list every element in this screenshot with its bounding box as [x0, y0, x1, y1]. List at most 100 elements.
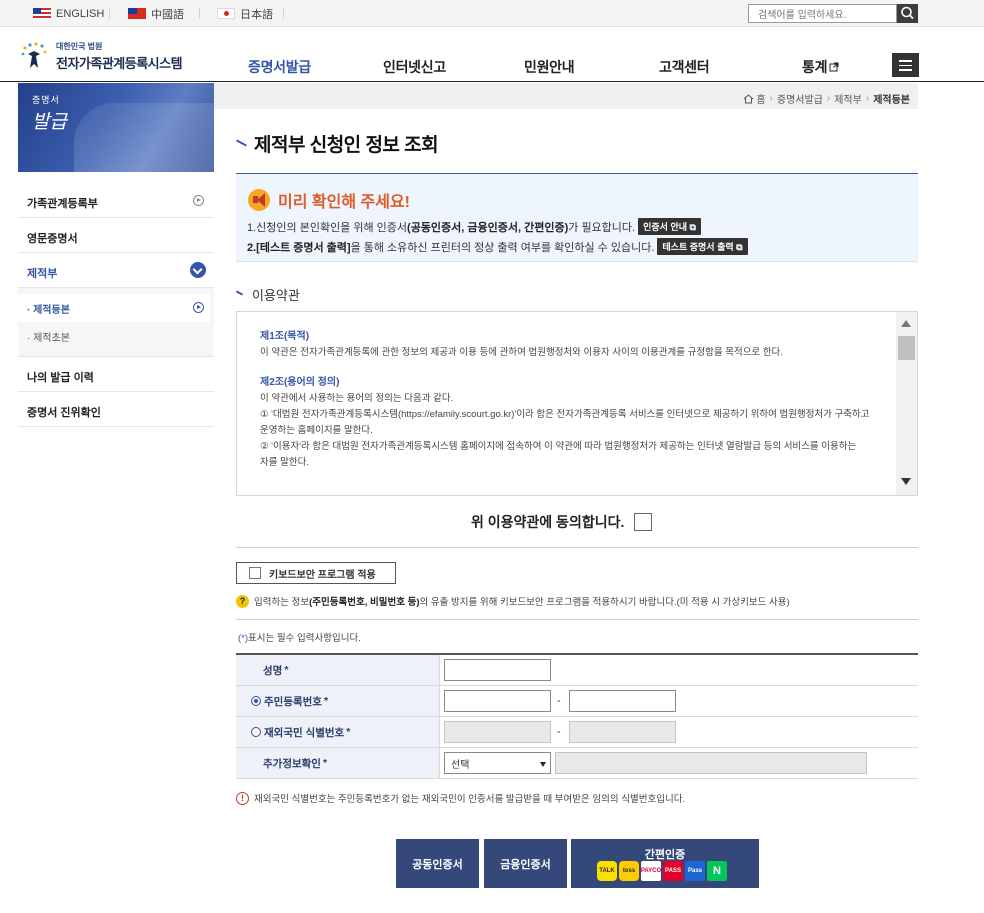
lang-divider — [199, 8, 200, 19]
lnb-sub-removed-full-copy[interactable]: · 제적등본 — [18, 294, 210, 322]
test-print-button[interactable]: 테스트 증명서 출력 ⧉ — [657, 238, 748, 255]
lnb-item-label: 영문증명서 — [27, 233, 78, 245]
lang-japanese-link[interactable]: 日本語 — [217, 0, 273, 27]
lnb-certificate-verify[interactable]: 증명서 진위확인 — [18, 392, 214, 427]
lnb-my-issue-history[interactable]: 나의 발급 이력 — [18, 357, 214, 392]
extra-info-select[interactable]: 선택 — [444, 752, 551, 774]
foreign-id-label: 재외국민 식별번호 — [264, 726, 345, 739]
lnb-item-label: 가족관계등록부 — [27, 198, 98, 210]
all-menu-button[interactable] — [892, 53, 919, 77]
terms-agree-checkbox[interactable] — [634, 513, 653, 531]
terms-scroll-box[interactable]: 제1조(목적) 이 약관은 전자가족관계등록에 관한 정보의 제공과 이용 등에… — [236, 311, 918, 496]
lang-chinese-label: 中國語 — [151, 8, 184, 21]
gnb-internet-report[interactable]: 인터넷신고 — [383, 57, 446, 77]
terms-section-text: 이용약관 — [252, 288, 300, 303]
external-link-icon: ⧉ — [736, 242, 743, 252]
scroll-thumb[interactable] — [898, 336, 915, 360]
scroll-up-arrow-icon[interactable] — [901, 320, 911, 327]
site-logo[interactable]: 대한민국 법원 전자가족관계등록시스템 — [20, 41, 183, 72]
gnb-certificate-issue[interactable]: 증명서발급 — [248, 57, 311, 77]
lnb-english-certificate[interactable]: 영문증명서 — [18, 218, 214, 253]
keyboard-help-text: ? 입력하는 정보 (주민등록번호, 비밀번호 등) 의 유출 방지를 위해 키보드… — [236, 594, 790, 608]
keyboard-security-button[interactable]: 키보드보안 프로그램 적용 — [236, 562, 396, 584]
rrn-radio[interactable] — [251, 696, 261, 706]
applicant-form: 성명 * 주민등록번호 * - 재외국민 식별번호 * - 추가정보확인 * 선… — [236, 653, 918, 779]
notice-box: 미리 확인해 주세요! 1.신청인의 본인확인을 위해 인증서 (공동인증서, 금… — [236, 173, 918, 262]
form-row-rrn: 주민등록번호 * - — [236, 686, 918, 717]
japan-flag-icon — [217, 8, 235, 19]
joint-certificate-label: 공동인증서 — [412, 858, 463, 871]
required-star: * — [323, 695, 329, 707]
site-header: 대한민국 법원 전자가족관계등록시스템 증명서발급 인터넷신고 민원안내 고객센… — [0, 27, 984, 82]
certificate-guide-button[interactable]: 인증서 안내 ⧉ — [638, 218, 701, 235]
dash: - — [557, 726, 561, 738]
external-link-icon: ⧉ — [689, 222, 696, 232]
lnb-family-register[interactable]: 가족관계등록부 — [18, 183, 214, 218]
lang-chinese-link[interactable]: 中國語 — [128, 0, 184, 27]
exclamation-icon: ! — [236, 791, 249, 805]
rrn-front-input[interactable] — [444, 690, 551, 712]
kakao-icon: TALK — [597, 861, 617, 881]
name-input-cell — [440, 655, 918, 685]
required-star: * — [346, 726, 351, 738]
rrn-back-input[interactable] — [568, 690, 676, 712]
required-star: * — [322, 757, 328, 769]
lnb-removed-register[interactable]: 제적부 — [18, 253, 214, 288]
gnb-civil-guide[interactable]: 민원안내 — [524, 57, 575, 77]
taiwan-flag-icon — [128, 8, 146, 19]
foreign-id-label-cell: 재외국민 식별번호 * — [236, 717, 440, 747]
court-logo-icon — [20, 41, 48, 72]
terms-content: 제1조(목적) 이 약관은 전자가족관계등록에 관한 정보의 제공과 이용 등에… — [260, 329, 892, 471]
megaphone-icon — [248, 189, 270, 211]
lnb-sub-removed-abstract[interactable]: · 제적초본 — [18, 322, 214, 350]
name-input[interactable] — [444, 659, 551, 681]
financial-certificate-label: 금융인증서 — [500, 858, 551, 871]
lnb-submenu: · 제적등본 · 제적초본 — [18, 288, 214, 357]
help-post: 의 유출 방지를 위해 키보드보안 프로그램을 적용하시기 바랍니다.(미 적용… — [419, 597, 790, 608]
foreign-id-radio[interactable] — [251, 727, 261, 737]
gnb-statistics-label: 통계 — [802, 59, 828, 75]
name-label-cell: 성명 * — [236, 655, 440, 685]
toss-icon: toss — [619, 861, 639, 881]
breadcrumb-level1[interactable]: 증명서발급 — [777, 91, 823, 106]
notice-title: 미리 확인해 주세요! — [278, 194, 410, 211]
rrn-label: 주민등록번호 — [264, 695, 322, 708]
page-title: 제적부 신청인 정보 조회 — [236, 130, 439, 157]
terms-agree: 위 이용약관에 동의합니다. — [471, 512, 653, 532]
terms-article2-text: 이 약관에서 사용하는 용어의 정의는 다음과 같다. — [260, 393, 454, 404]
test-print-label: 테스트 증명서 출력 — [662, 242, 734, 252]
terms-article2-item1-cont: 운영하는 홈페이지를 말한다. — [260, 425, 373, 436]
lnb-sub-label: · 제적초본 — [27, 333, 70, 344]
lnb-banner-line1: 증명서 — [32, 96, 60, 106]
extra-info-label: 추가정보확인 — [263, 757, 321, 770]
search-button[interactable] — [897, 4, 918, 23]
form-row-foreign-id: 재외국민 식별번호 * - — [236, 717, 918, 748]
search-input[interactable] — [748, 4, 897, 23]
chevron-right-circle-icon — [193, 302, 204, 313]
breadcrumb-home[interactable]: 홈 — [756, 91, 765, 106]
foreign-id-back-input — [568, 721, 676, 743]
breadcrumb-level2[interactable]: 제적부 — [834, 91, 862, 106]
scroll-down-arrow-icon[interactable] — [901, 478, 911, 485]
financial-certificate-button[interactable]: 금융인증서 — [484, 839, 567, 888]
notice-line-2: 2.[테스트 증명서 출력] 을 통해 소유하신 프린터의 정상 출력 여부를 확… — [247, 238, 748, 255]
us-flag-icon — [33, 8, 51, 19]
gnb-statistics[interactable]: 통계 — [802, 57, 839, 77]
gnb-customer-center[interactable]: 고객센터 — [659, 57, 710, 77]
simple-auth-providers: TALK toss PAYCO PASS Pass N — [597, 861, 729, 881]
help-pre: 입력하는 정보 — [254, 597, 310, 608]
simple-auth-label: 간편인증 — [644, 849, 686, 861]
simple-auth-button[interactable]: 간편인증 TALK toss PAYCO PASS Pass N — [571, 839, 759, 888]
form-row-extra-info: 추가정보확인 * 선택 — [236, 748, 918, 779]
notice-line1-bold: (공동인증서, 금융인증서, 간편인증) — [407, 221, 569, 234]
keyboard-security-checkbox[interactable] — [249, 567, 261, 579]
joint-certificate-button[interactable]: 공동인증서 — [396, 839, 479, 888]
notice-line1-post: 가 필요합니다. — [568, 221, 636, 234]
terms-article2-item2: ② '이용자'라 함은 대법원 전자가족관계등록시스템 홈페이지에 접속하여 이… — [260, 441, 857, 452]
lnb-sub-label: · 제적등본 — [27, 305, 70, 316]
required-star: (*) — [238, 633, 249, 644]
terms-scrollbar[interactable] — [896, 312, 917, 495]
divider — [236, 619, 918, 620]
foreign-id-input-cell: - — [440, 717, 918, 747]
lang-english-link[interactable]: ENGLISH — [33, 0, 104, 27]
